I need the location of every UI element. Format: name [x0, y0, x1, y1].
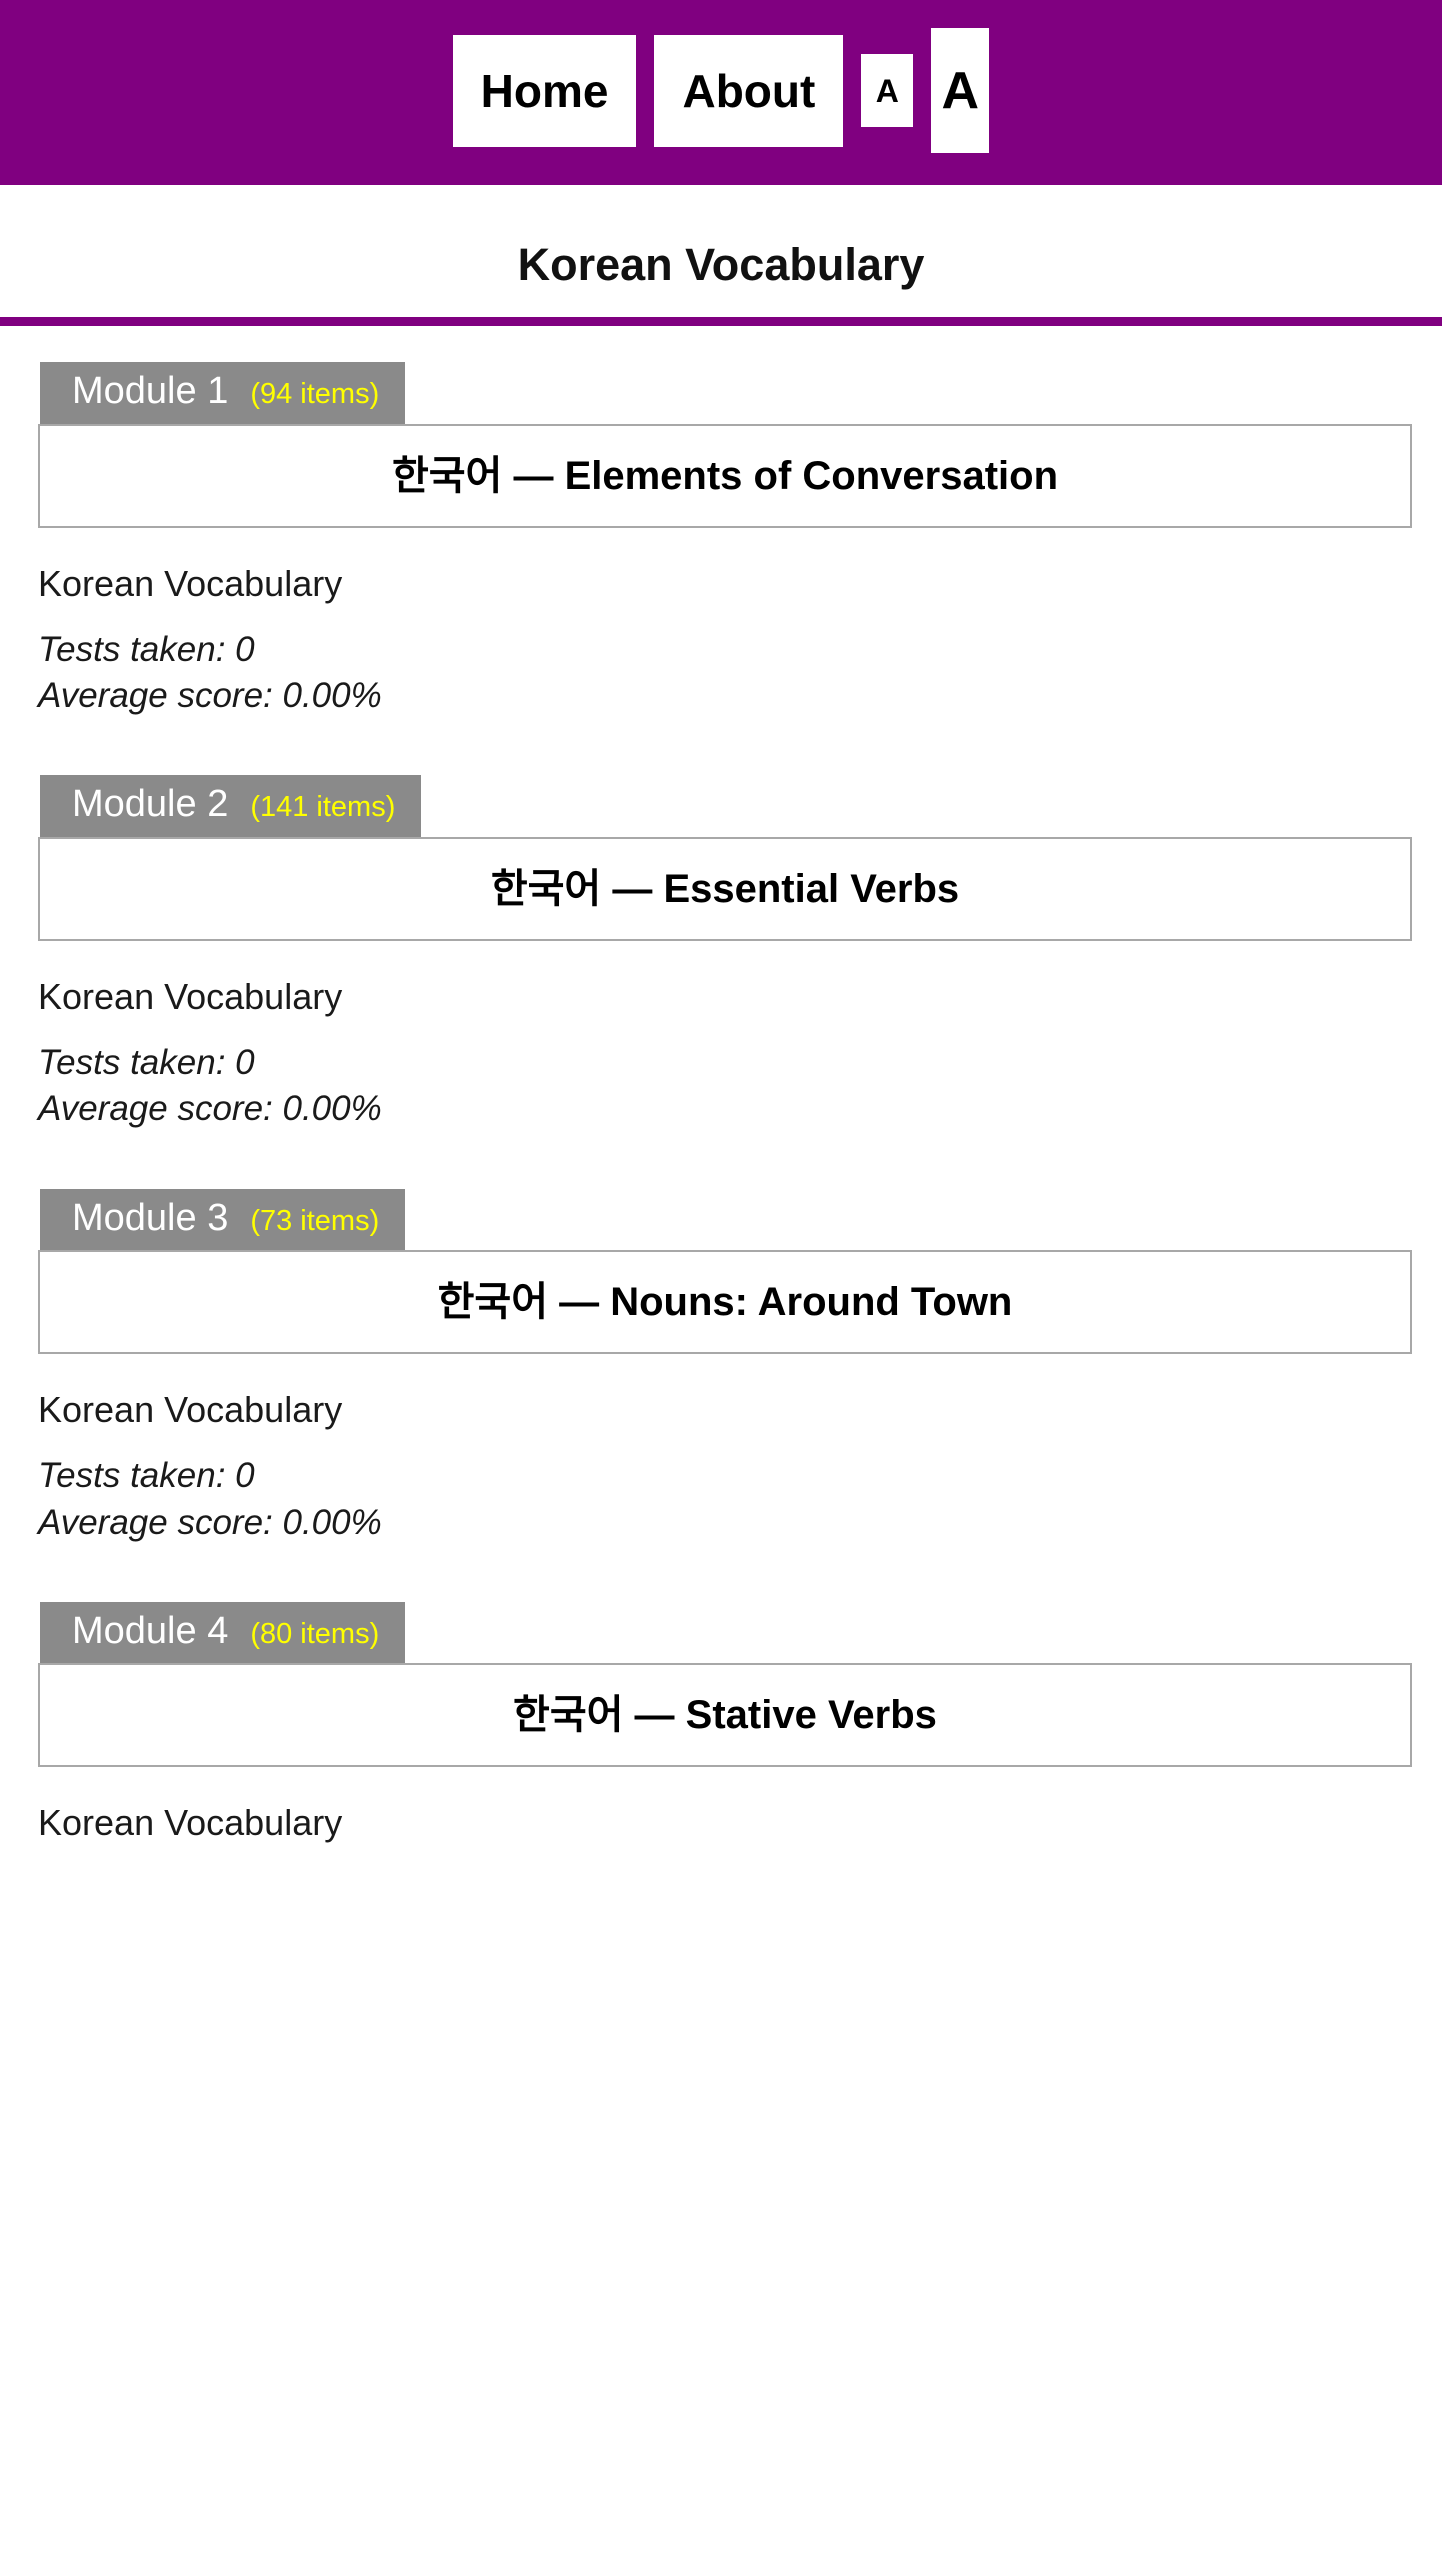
module-stats: Tests taken: 0 Average score: 0.00% [38, 1040, 1442, 1132]
nav-home-button[interactable]: Home [452, 34, 637, 147]
module-badge-name: Module 2 [72, 783, 229, 826]
module-subject-label: Korean Vocabulary [38, 562, 343, 604]
module-badge-count: (73 items) [250, 1204, 380, 1237]
page-title: Korean Vocabulary [517, 239, 925, 290]
module-title-box[interactable]: 한국어 — Elements of Conversation [38, 423, 1412, 528]
module-badge[interactable]: Module 1 (94 items) [40, 362, 406, 424]
module-card: Module 2 (141 items) 한국어 — Essential Ver… [0, 775, 1442, 1132]
module-title-text: 한국어 — Nouns: Around Town [437, 1280, 1013, 1325]
module-badge-name: Module 4 [72, 1609, 229, 1652]
module-badge-name: Module 1 [72, 370, 229, 412]
module-title-text: 한국어 — Essential Verbs [490, 866, 960, 911]
module-stats: Tests taken: 0 Average score: 0.00% [38, 627, 1442, 719]
module-subject-label: Korean Vocabulary [38, 975, 343, 1017]
page-header: Korean Vocabulary [0, 185, 1442, 317]
module-tests-taken: Tests taken: 0 [38, 1043, 255, 1083]
module-card: Module 1 (94 items) 한국어 — Elements of Co… [0, 362, 1442, 719]
title-divider-rule [0, 317, 1442, 326]
module-badge-count: (94 items) [250, 378, 380, 410]
module-badge-name: Module 3 [72, 1196, 229, 1239]
top-navbar: Home About A A [0, 0, 1442, 185]
font-decrease-button[interactable]: A [861, 54, 914, 127]
module-title-box[interactable]: 한국어 — Nouns: Around Town [38, 1250, 1412, 1355]
module-card: Module 3 (73 items) 한국어 — Nouns: Around … [0, 1188, 1442, 1546]
font-increase-button[interactable]: A [931, 28, 990, 153]
module-badge[interactable]: Module 4 (80 items) [40, 1601, 406, 1664]
module-title-box[interactable]: 한국어 — Essential Verbs [38, 836, 1412, 941]
module-badge[interactable]: Module 3 (73 items) [40, 1188, 406, 1251]
module-badge-count: (80 items) [250, 1617, 380, 1650]
module-average-score: Average score: 0.00% [38, 676, 382, 716]
module-badge-count: (141 items) [250, 791, 396, 824]
module-average-score: Average score: 0.00% [38, 1502, 382, 1542]
module-title-box[interactable]: 한국어 — Stative Verbs [38, 1663, 1412, 1768]
module-tests-taken: Tests taken: 0 [38, 629, 255, 669]
module-subject-label: Korean Vocabulary [38, 1802, 343, 1844]
module-card: Module 4 (80 items) 한국어 — Stative Verbs … [0, 1601, 1442, 1845]
nav-about-button[interactable]: About [654, 34, 844, 147]
module-stats: Tests taken: 0 Average score: 0.00% [38, 1453, 1442, 1545]
module-tests-taken: Tests taken: 0 [38, 1456, 255, 1496]
module-average-score: Average score: 0.00% [38, 1089, 382, 1129]
module-title-text: 한국어 — Stative Verbs [513, 1693, 937, 1738]
module-title-text: 한국어 — Elements of Conversation [391, 453, 1059, 498]
module-list: Module 1 (94 items) 한국어 — Elements of Co… [0, 362, 1442, 1845]
module-subject-label: Korean Vocabulary [38, 1389, 343, 1431]
module-badge[interactable]: Module 2 (141 items) [40, 775, 422, 837]
